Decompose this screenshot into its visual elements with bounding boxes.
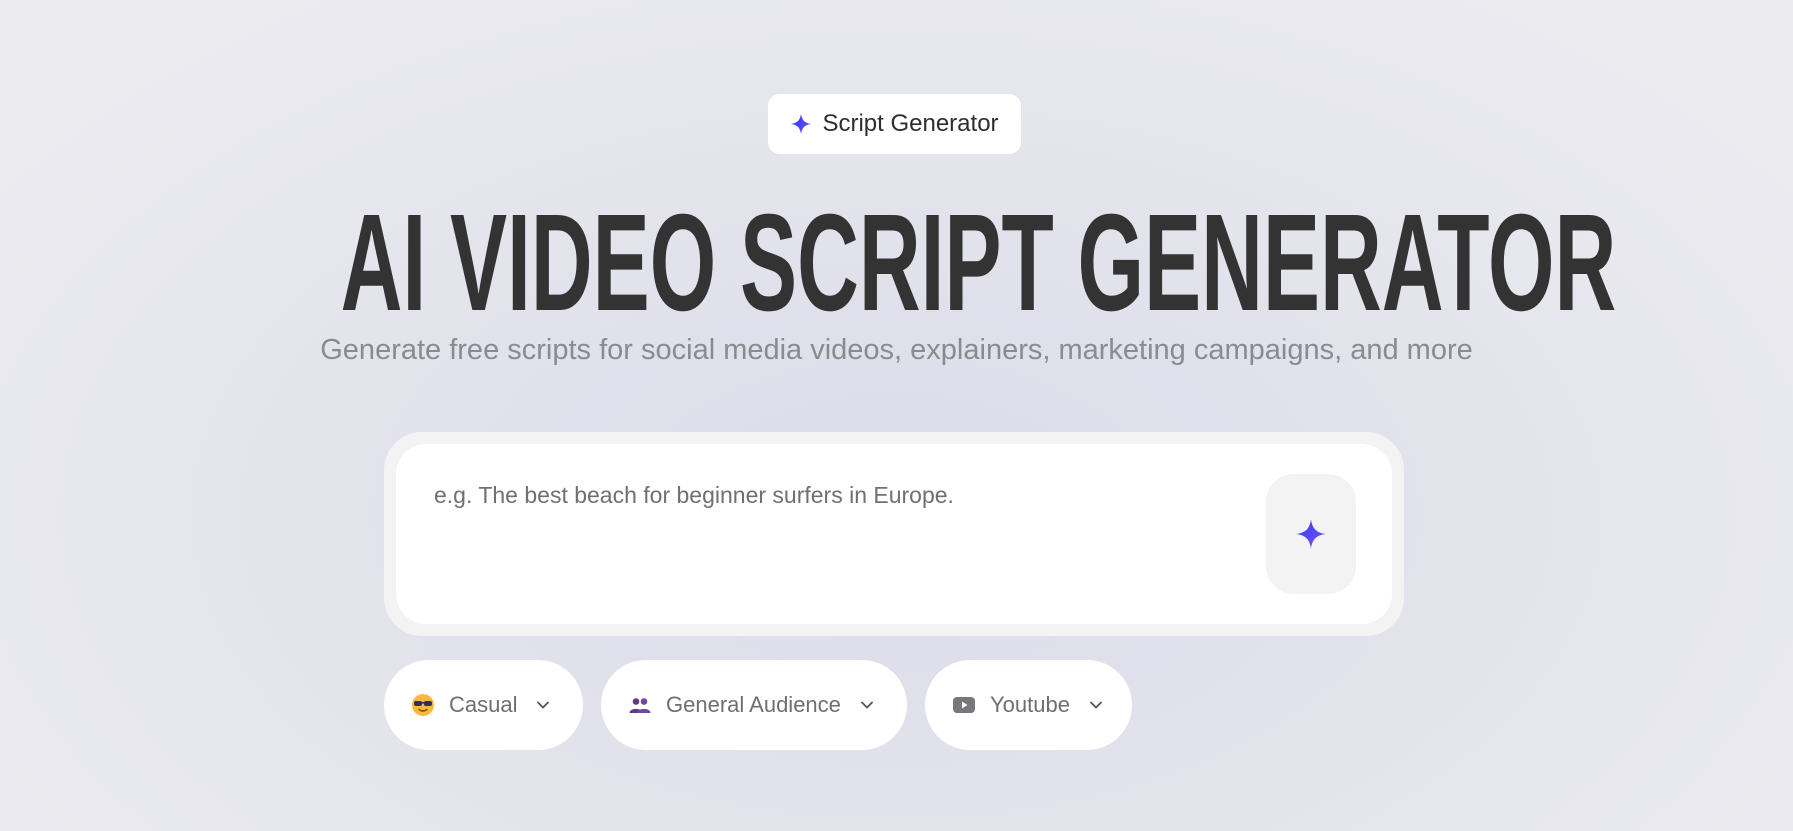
chevron-down-icon	[535, 697, 551, 713]
tone-select[interactable]: Casual	[384, 660, 583, 750]
audience-select[interactable]: General Audience	[601, 660, 907, 750]
platform-label: Youtube	[990, 692, 1070, 717]
people-icon	[628, 693, 652, 717]
sparkle-icon	[1295, 518, 1327, 550]
prompt-box	[384, 432, 1404, 636]
chevron-down-icon	[1088, 697, 1104, 713]
sparkle-icon	[790, 113, 812, 135]
topic-input[interactable]	[432, 474, 1216, 516]
youtube-icon	[952, 693, 976, 717]
page-subtitle: Generate free scripts for social media v…	[320, 334, 1473, 366]
tone-label: Casual	[449, 692, 518, 717]
audience-label: General Audience	[666, 692, 841, 717]
prompt-box-inner	[396, 444, 1392, 624]
chevron-down-icon	[859, 697, 875, 713]
generate-button[interactable]	[1266, 474, 1356, 594]
page-title: AI VIDEO SCRIPT GENERATOR	[340, 186, 1617, 340]
platform-select[interactable]: Youtube	[925, 660, 1132, 750]
badge-label: Script Generator	[822, 110, 999, 137]
sunglasses-face-icon	[411, 693, 435, 717]
script-generator-badge: Script Generator	[768, 94, 1021, 154]
